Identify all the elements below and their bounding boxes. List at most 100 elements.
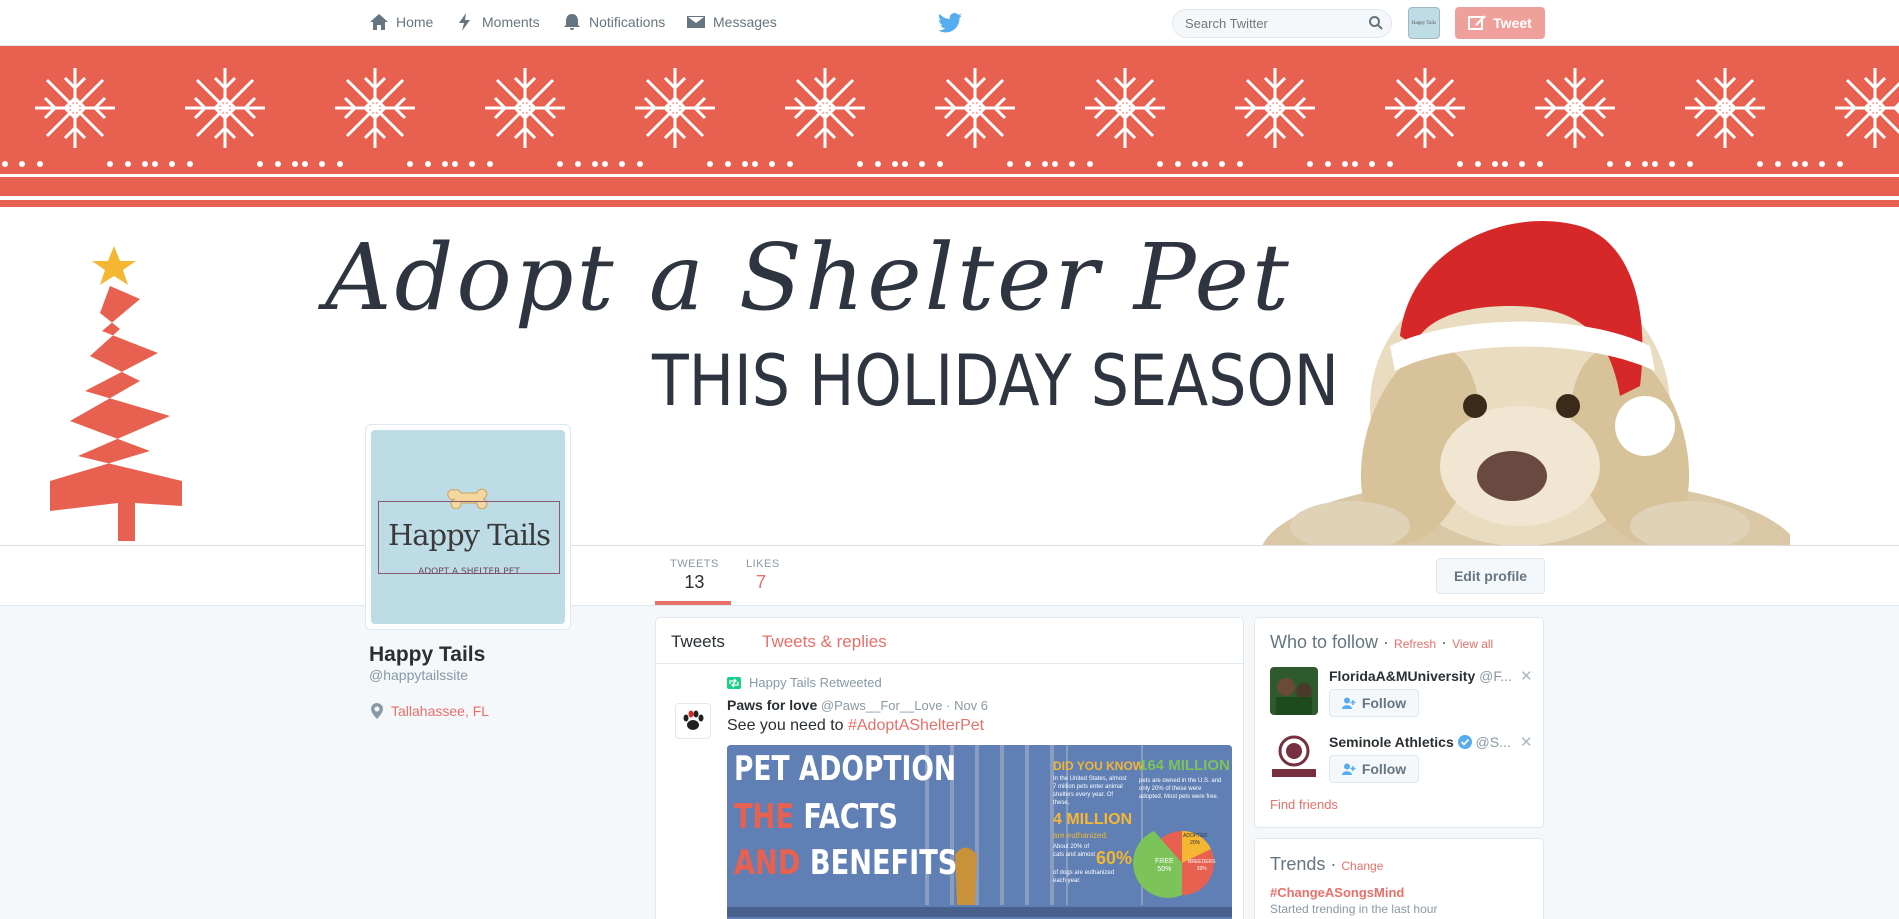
suggested-user-handle: @F... (1479, 668, 1513, 684)
infographic-euthanized: are euthanized. (1053, 831, 1109, 840)
retweet-context-text[interactable]: Happy Tails Retweeted (749, 675, 882, 690)
infographic-owned-text: pets are owned in the U.S. and only 20% … (1139, 778, 1222, 800)
dismiss-suggestion-icon[interactable]: ✕ (1520, 733, 1533, 751)
infographic-sixty: 60% (1096, 848, 1133, 868)
profile-handle: @happytailssite (369, 667, 469, 683)
tweet-date[interactable]: Nov 6 (954, 698, 988, 713)
pie-free-label: FREE (1155, 858, 1174, 865)
trends-header: Trends · Change (1270, 854, 1384, 874)
timeline: Tweets Tweets & replies Happy Tails Retw… (655, 617, 1244, 919)
infographic-title-2: THE FACTS (734, 797, 898, 837)
refresh-link[interactable]: Refresh (1394, 637, 1436, 651)
compose-tweet-button[interactable]: Tweet (1455, 7, 1545, 39)
lightning-icon (459, 13, 470, 31)
trends-module: Trends · Change #ChangeASongsMind Starte… (1254, 838, 1544, 919)
bell-icon (564, 14, 580, 30)
follow-button-label: Follow (1361, 761, 1407, 777)
twitter-bird-icon[interactable] (938, 12, 962, 34)
home-icon (370, 14, 388, 30)
nav-moments[interactable]: Moments (455, 12, 540, 32)
trends-change-link[interactable]: Change (1341, 859, 1383, 873)
banner-headline: Adopt a Shelter Pet (325, 224, 1292, 331)
compose-tweet-label: Tweet (1493, 15, 1532, 31)
pie-adopted-pct: 20% (1190, 840, 1201, 846)
trend-item[interactable]: #ChangeASongsMind (1270, 885, 1404, 900)
nav-notifications-label: Notifications (589, 14, 666, 30)
stat-tweets[interactable]: TWEETS 13 (670, 558, 719, 593)
search-icon[interactable] (1368, 15, 1384, 31)
avatar-title: Happy Tails (387, 518, 551, 552)
infographic-fact-text: In the United States, almost 7 million p… (1053, 776, 1127, 806)
tab-tweets[interactable]: Tweets (671, 632, 725, 652)
stat-likes-label: LIKES (746, 558, 780, 570)
snowflake-pattern (0, 46, 1899, 196)
infographic-did-you-know: DID YOU KNOW (1053, 759, 1145, 773)
view-all-link[interactable]: View all (1452, 637, 1493, 651)
pie-breeders-pct: 26% (1196, 866, 1207, 872)
suggested-user-name[interactable]: FloridaA&MUniversity @F... (1329, 668, 1519, 684)
infographic-four-million: 4 MILLION (1053, 811, 1133, 828)
trend-description: Started trending in the last hour (1270, 902, 1438, 916)
profile-location-text[interactable]: Tallahassee, FL (391, 703, 489, 719)
banner-pattern (0, 46, 1899, 196)
profile-banner: Adopt a Shelter Pet THIS HOLIDAY SEASON (0, 46, 1899, 546)
account-avatar-label: Happy Tails (1411, 20, 1437, 26)
tab-tweets-and-replies[interactable]: Tweets & replies (762, 632, 887, 652)
user-avatar[interactable] (1270, 733, 1318, 781)
pie-free: FREE 50% (1155, 858, 1174, 874)
user-avatar[interactable] (1270, 667, 1318, 715)
add-user-icon (1341, 697, 1356, 709)
profile-avatar[interactable]: Happy Tails ADOPT A SHELTER PET (365, 424, 571, 630)
infographic-title-3a: AND (734, 843, 801, 883)
stat-tweets-label: TWEETS (670, 558, 719, 570)
infographic-title-3b: BENEFITS (809, 843, 958, 883)
retweet-icon (727, 676, 741, 689)
find-friends-link[interactable]: Find friends (1270, 797, 1338, 812)
dismiss-suggestion-icon[interactable]: ✕ (1520, 667, 1533, 685)
follow-button[interactable]: Follow (1329, 689, 1419, 717)
tweet-author-handle[interactable]: @Paws__For__Love (821, 698, 943, 713)
edit-profile-button[interactable]: Edit profile (1436, 558, 1545, 594)
nav-home[interactable]: Home (369, 12, 433, 32)
search-input[interactable] (1172, 9, 1392, 38)
infographic-title-1: PET ADOPTION (734, 749, 957, 789)
tweet-author-name[interactable]: Paws for love (727, 697, 817, 713)
paw-icon (683, 710, 704, 730)
nav-notifications[interactable]: Notifications (562, 12, 665, 32)
verified-badge-icon (1457, 735, 1472, 749)
profile-nav: TWEETS 13 LIKES 7 Edit profile (0, 546, 1899, 606)
trends-title: Trends (1270, 854, 1326, 874)
follow-button-label: Follow (1361, 695, 1407, 711)
tweet-hashtag[interactable]: #AdoptAShelterPet (848, 717, 984, 734)
follow-button[interactable]: Follow (1329, 755, 1419, 783)
stat-likes[interactable]: LIKES 7 (746, 558, 780, 593)
banner-subline: THIS HOLIDAY SEASON (652, 340, 1339, 422)
tweet-text-body: See you need to (727, 717, 848, 734)
account-avatar[interactable]: Happy Tails (1408, 7, 1440, 39)
avatar-subtitle: ADOPT A SHELTER PET (418, 567, 520, 577)
follow-suggestion: Seminole Athletics @S... Follow ✕ (1270, 733, 1535, 788)
tweet-header: Paws for love @Paws__For__Love · Nov 6 (727, 697, 989, 713)
compose-icon (1468, 15, 1486, 30)
envelope-icon (687, 16, 705, 28)
profile-name[interactable]: Happy Tails (369, 643, 485, 667)
stat-tweets-value: 13 (684, 572, 705, 592)
nav-home-label: Home (396, 14, 434, 30)
who-to-follow-module: Who to follow · Refresh · View all Flori… (1254, 617, 1544, 828)
tweet-media-infographic[interactable]: PET ADOPTION THE FACTS AND BENEFITS DID … (727, 745, 1232, 919)
profile-location: Tallahassee, FL (371, 703, 489, 719)
dog-with-santa-hat-image (1262, 220, 1790, 545)
nav-messages-label: Messages (713, 14, 777, 30)
follow-suggestion: FloridaA&MUniversity @F... Follow ✕ (1270, 667, 1535, 722)
infographic-title-2b: FACTS (803, 797, 898, 837)
suggested-user-display-name: FloridaA&MUniversity (1329, 668, 1476, 684)
suggested-user-name[interactable]: Seminole Athletics @S... (1329, 734, 1519, 750)
infographic-title-2a: THE (734, 797, 794, 837)
tweet-author-avatar[interactable] (675, 703, 711, 739)
nav-messages[interactable]: Messages (686, 12, 777, 32)
infographic-big-number: 164 MILLION (1139, 757, 1230, 774)
pie-breeders: BREEDERS 26% (1188, 859, 1216, 873)
active-stat-underline (655, 601, 731, 605)
infographic-title-3: AND BENEFITS (734, 843, 957, 883)
who-to-follow-header: Who to follow · Refresh · View all (1270, 632, 1494, 652)
